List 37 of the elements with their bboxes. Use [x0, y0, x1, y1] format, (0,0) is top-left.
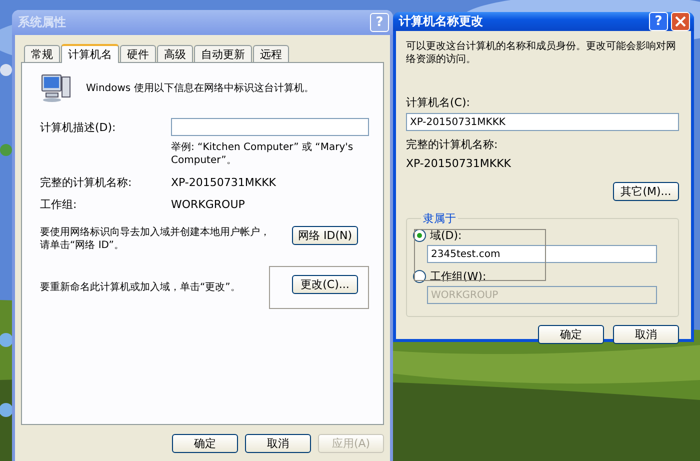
tab[interactable]: 高级: [157, 45, 193, 62]
change-button[interactable]: 更改(C)...: [292, 275, 358, 294]
network-id-text: 要使用网络标识向导去加入域并创建本地用户帐户，请单击“网络 ID”。: [40, 226, 271, 252]
input-field[interactable]: 2345test.com: [427, 245, 657, 263]
dialog-button[interactable]: 确定: [172, 434, 238, 453]
example-text: 举例: “Kitchen Computer” 或 “Mary's Computer”。: [171, 141, 354, 167]
field-label: 完整的计算机名称:: [40, 175, 133, 190]
option-label: 域(D):: [430, 228, 462, 243]
help-button[interactable]: ?: [649, 12, 668, 31]
tab[interactable]: 自动更新: [194, 45, 252, 62]
field-label: 计算机描述(D):: [40, 120, 117, 134]
more-button[interactable]: 其它(M)...: [613, 182, 679, 201]
intro-text: Windows 使用以下信息在网络中标识这台计算机。: [86, 82, 314, 94]
field-label: 计算机名(C):: [406, 95, 471, 110]
dialog-button[interactable]: 取消: [245, 434, 311, 453]
computer-icon: [40, 73, 72, 103]
close-icon: [675, 16, 686, 27]
computer-name-field[interactable]: XP-20150731MKKK: [406, 113, 679, 131]
window-title: 计算机名称更改: [399, 13, 484, 30]
tab[interactable]: 常规: [24, 45, 60, 62]
field-label: 完整的计算机名称:: [406, 137, 499, 152]
description-field[interactable]: [171, 118, 369, 136]
rename-text: 要重新命名此计算机或加入域，单击“更改”。: [40, 281, 242, 294]
field-label: 工作组:: [40, 197, 78, 212]
group-title: 隶属于: [422, 211, 457, 226]
dialog-button[interactable]: 取消: [613, 325, 679, 344]
intro-text: 可以更改这台计算机的名称和成员身份。更改可能会影响对网络资源的访问。: [406, 40, 677, 66]
dialog-button[interactable]: 确定: [538, 325, 604, 344]
network-id-button[interactable]: 网络 ID(N): [292, 226, 358, 245]
close-button[interactable]: [671, 12, 690, 31]
tab[interactable]: 远程: [253, 45, 289, 62]
tab[interactable]: 硬件: [120, 45, 156, 62]
window-title: 系统属性: [18, 14, 67, 31]
workgroup-value: WORKGROUP: [171, 198, 245, 211]
tab[interactable]: 计算机名: [61, 44, 119, 63]
full-name-value: XP-20150731MKKK: [406, 157, 512, 170]
full-name-value: XP-20150731MKKK: [171, 176, 276, 189]
